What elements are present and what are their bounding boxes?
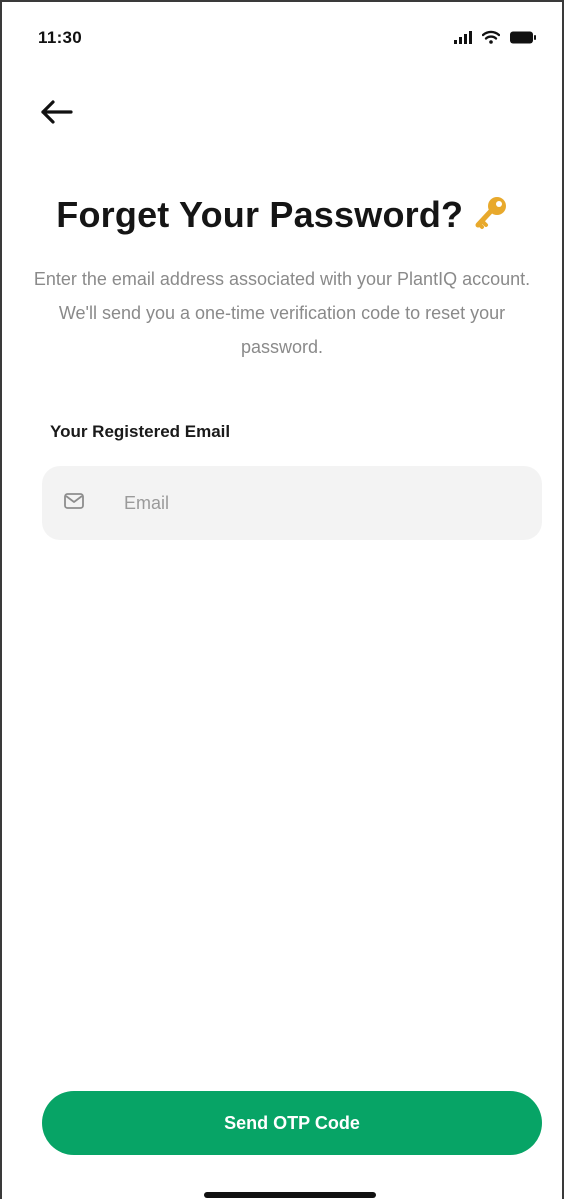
back-button[interactable]	[36, 96, 76, 132]
page-title-row: Forget Your Password?	[2, 194, 562, 236]
status-bar: 11:30	[2, 2, 562, 74]
status-icons	[454, 30, 536, 44]
home-indicator	[204, 1192, 376, 1198]
phone-screen: 11:30 Forget Your Password? Enter the em…	[0, 0, 564, 1199]
subtitle-text: Enter the email address associated with …	[33, 269, 531, 357]
battery-icon	[510, 31, 536, 44]
email-field[interactable]	[42, 466, 542, 540]
arrow-left-icon	[39, 99, 73, 130]
mail-icon	[64, 492, 84, 514]
key-icon	[474, 195, 508, 236]
page-title: Forget Your Password?	[56, 194, 464, 235]
status-time: 11:30	[38, 28, 83, 47]
email-input[interactable]	[122, 491, 486, 515]
email-field-label: Your Registered Email	[50, 422, 231, 441]
signal-icon	[454, 30, 472, 44]
send-otp-button[interactable]: Send OTP Code	[42, 1091, 542, 1155]
wifi-icon	[482, 30, 500, 44]
